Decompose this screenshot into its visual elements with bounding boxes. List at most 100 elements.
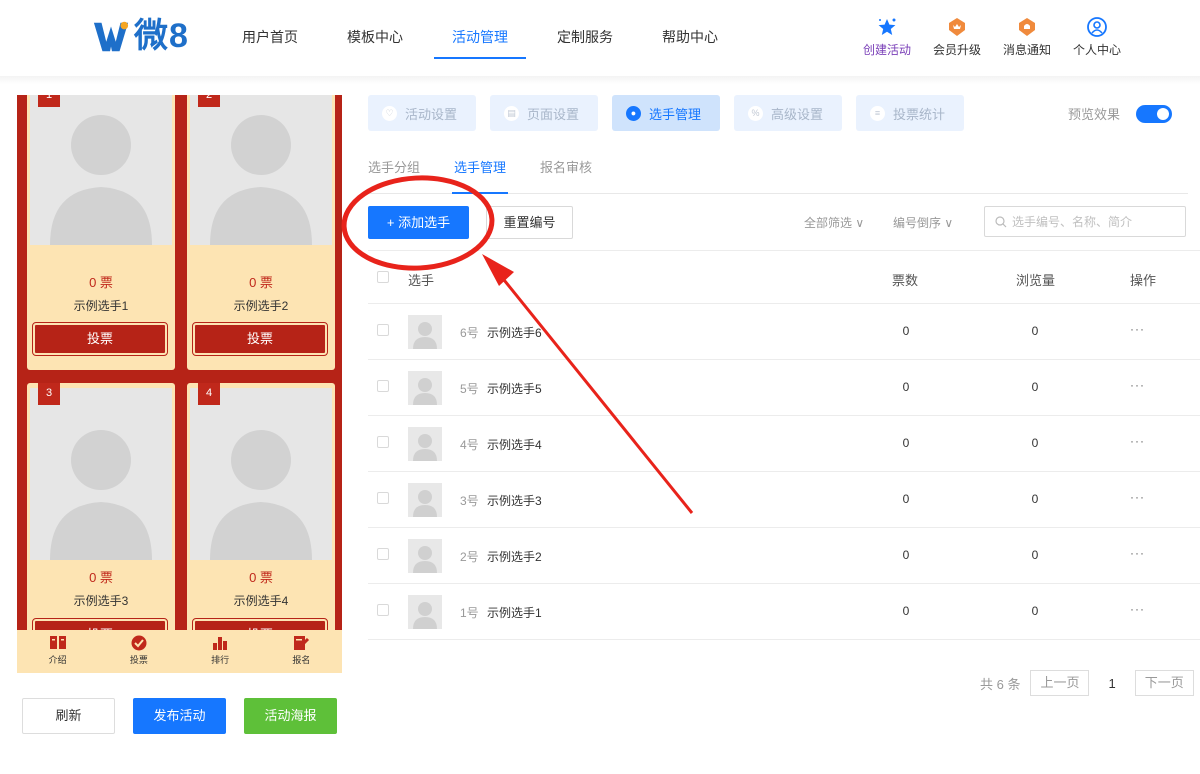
vote-button[interactable]: 投票 bbox=[32, 322, 168, 356]
select-all-checkbox[interactable] bbox=[377, 271, 389, 283]
placeholder-avatar bbox=[30, 388, 172, 560]
top-header: 微8 用户首页 模板中心 活动管理 定制服务 帮助中心 创建活动 会员升级 消息… bbox=[0, 0, 1200, 84]
tab-signup[interactable]: 报名 bbox=[261, 630, 342, 673]
member-upgrade-button[interactable]: 会员升级 bbox=[922, 16, 992, 58]
sort-order-dropdown[interactable]: 编号倒序 ∨ bbox=[893, 214, 953, 231]
more-actions-icon[interactable]: ··· bbox=[1130, 322, 1145, 336]
pagination: 共 6 条 上一页 1 下一页 bbox=[980, 670, 1194, 696]
more-actions-icon[interactable]: ··· bbox=[1130, 378, 1145, 392]
preview-toggle-switch[interactable] bbox=[1136, 104, 1173, 123]
tab-player-management[interactable]: 选手管理 bbox=[452, 150, 509, 194]
row-checkbox[interactable] bbox=[377, 492, 389, 504]
card-name: 示例选手1 bbox=[73, 299, 129, 313]
col-votes: 票数 bbox=[892, 273, 919, 288]
player-avatar bbox=[408, 427, 442, 461]
step-activity-settings[interactable]: ♡ 活动设置 bbox=[368, 95, 476, 131]
player-views: 0 bbox=[1031, 492, 1039, 506]
step-label: 投票统计 bbox=[893, 106, 946, 122]
bar-chart-icon bbox=[213, 637, 228, 650]
create-activity-button[interactable]: 创建活动 bbox=[852, 16, 922, 58]
search-box bbox=[984, 206, 1186, 237]
advanced-icon: % bbox=[748, 105, 763, 121]
publish-activity-button[interactable]: 发布活动 bbox=[133, 698, 226, 734]
table-row: 1号 示例选手1 0 0 ··· bbox=[368, 584, 1200, 640]
player-avatar bbox=[408, 371, 442, 405]
step-label: 高级设置 bbox=[771, 106, 824, 122]
member-upgrade-label: 会员升级 bbox=[932, 43, 981, 57]
nav-templates[interactable]: 模板中心 bbox=[347, 0, 403, 60]
logo[interactable]: 微8 bbox=[92, 16, 189, 56]
step-page-settings[interactable]: ▤ 页面设置 bbox=[490, 95, 598, 131]
table-row: 3号 示例选手3 0 0 ··· bbox=[368, 472, 1200, 528]
player-number: 6号 bbox=[460, 326, 479, 340]
refresh-button[interactable]: 刷新 bbox=[22, 698, 115, 734]
activity-poster-button[interactable]: 活动海报 bbox=[244, 698, 337, 734]
preview-card[interactable]: 1 0 票 示例选手1 投票 bbox=[27, 95, 175, 370]
player-name: 示例选手6 bbox=[487, 326, 542, 340]
step-player-management[interactable]: ● 选手管理 bbox=[612, 95, 720, 131]
player-name: 示例选手3 bbox=[487, 494, 542, 508]
row-checkbox[interactable] bbox=[377, 548, 389, 560]
current-page[interactable]: 1 bbox=[1108, 676, 1115, 691]
card-name: 示例选手2 bbox=[233, 299, 289, 313]
logo-w-icon bbox=[93, 21, 129, 52]
player-views: 0 bbox=[1031, 324, 1039, 338]
player-name: 示例选手5 bbox=[487, 382, 542, 396]
search-input[interactable] bbox=[1012, 214, 1182, 229]
placeholder-avatar bbox=[190, 95, 332, 245]
vote-button[interactable]: 投票 bbox=[192, 322, 328, 356]
step-label: 选手管理 bbox=[649, 106, 702, 122]
more-actions-icon[interactable]: ··· bbox=[1130, 434, 1145, 448]
preview-card[interactable]: 2 0 票 示例选手2 投票 bbox=[187, 95, 335, 370]
player-name: 示例选手1 bbox=[487, 606, 542, 620]
reset-numbering-button[interactable]: 重置编号 bbox=[486, 206, 573, 239]
tab-ranking-label: 排行 bbox=[211, 655, 230, 665]
tab-vote-label: 投票 bbox=[129, 655, 148, 665]
preview-card[interactable]: 3 0 票 示例选手3 投票 bbox=[27, 383, 175, 652]
player-votes: 0 bbox=[902, 324, 910, 338]
row-checkbox[interactable] bbox=[377, 436, 389, 448]
nav-activity-manage[interactable]: 活动管理 bbox=[434, 0, 526, 60]
placeholder-avatar bbox=[30, 95, 172, 245]
nav-help[interactable]: 帮助中心 bbox=[662, 0, 718, 60]
add-player-button[interactable]: + 添加选手 bbox=[368, 206, 469, 239]
preview-card[interactable]: 4 0 票 示例选手4 投票 bbox=[187, 383, 335, 652]
total-count: 共 6 条 bbox=[980, 676, 1021, 692]
player-views: 0 bbox=[1031, 548, 1039, 562]
player-avatar bbox=[408, 483, 442, 517]
messages-button[interactable]: 消息通知 bbox=[992, 16, 1062, 58]
search-icon bbox=[995, 215, 1007, 227]
player-votes: 0 bbox=[902, 492, 910, 506]
vote-circle-icon bbox=[131, 635, 147, 651]
rank-badge: 3 bbox=[38, 383, 60, 405]
logo-text: 微8 bbox=[134, 17, 189, 55]
player-views: 0 bbox=[1031, 380, 1039, 394]
row-checkbox[interactable] bbox=[377, 380, 389, 392]
step-vote-statistics[interactable]: ≡ 投票统计 bbox=[856, 95, 964, 131]
more-actions-icon[interactable]: ··· bbox=[1130, 602, 1145, 616]
more-actions-icon[interactable]: ··· bbox=[1130, 546, 1145, 560]
nav-home[interactable]: 用户首页 bbox=[242, 0, 298, 60]
row-checkbox[interactable] bbox=[377, 324, 389, 336]
all-filter-dropdown[interactable]: 全部筛选 ∨ bbox=[804, 214, 864, 231]
rank-badge: 1 bbox=[38, 95, 60, 107]
user-icon: ● bbox=[626, 105, 641, 121]
stats-icon: ≡ bbox=[870, 105, 885, 121]
row-checkbox[interactable] bbox=[377, 604, 389, 616]
messages-label: 消息通知 bbox=[1002, 43, 1051, 57]
tab-vote[interactable]: 投票 bbox=[98, 630, 179, 673]
step-label: 活动设置 bbox=[405, 106, 458, 122]
tab-ranking[interactable]: 排行 bbox=[180, 630, 261, 673]
player-number: 3号 bbox=[460, 494, 479, 508]
tab-signup-review[interactable]: 报名审核 bbox=[540, 150, 592, 193]
tab-intro[interactable]: 介绍 bbox=[17, 630, 98, 673]
step-advanced-settings[interactable]: % 高级设置 bbox=[734, 95, 842, 131]
profile-button[interactable]: 个人中心 bbox=[1062, 16, 1132, 58]
more-actions-icon[interactable]: ··· bbox=[1130, 490, 1145, 504]
nav-custom-service[interactable]: 定制服务 bbox=[557, 0, 613, 60]
preview-toggle-label: 预览效果 bbox=[1068, 107, 1121, 122]
next-page-button[interactable]: 下一页 bbox=[1134, 670, 1194, 696]
setting-steps: ♡ 活动设置 ▤ 页面设置 ● 选手管理 % 高级设置 ≡ 投票统计 bbox=[368, 95, 964, 131]
prev-page-button[interactable]: 上一页 bbox=[1030, 670, 1090, 696]
tab-player-groups[interactable]: 选手分组 bbox=[368, 150, 420, 193]
